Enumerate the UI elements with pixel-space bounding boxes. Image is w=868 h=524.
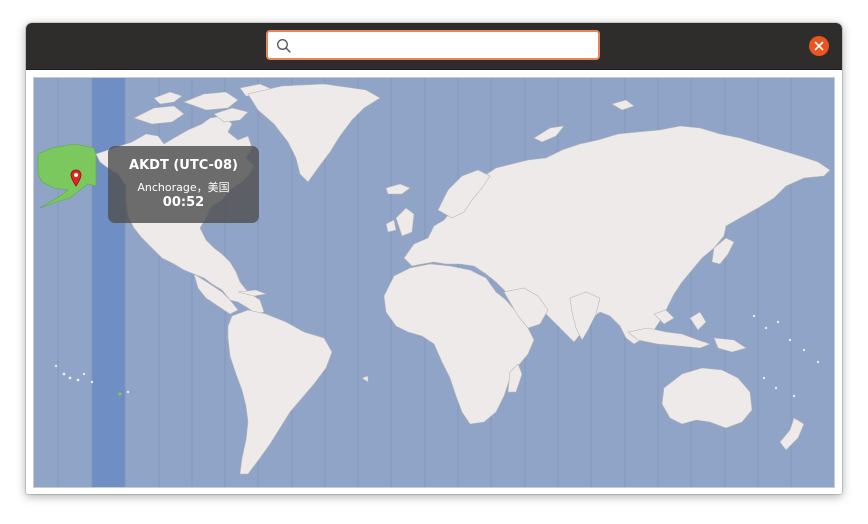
indonesia <box>627 327 711 349</box>
local-time-label: 00:52 <box>162 195 205 210</box>
greenland <box>247 83 381 183</box>
header-bar <box>26 23 842 70</box>
timezone-map[interactable]: AKDT (UTC-08) Anchorage，美国 00:52 <box>33 77 835 488</box>
selected-timezone-band <box>92 78 125 487</box>
close-button[interactable] <box>809 36 829 56</box>
timezone-tooltip: AKDT (UTC-08) Anchorage，美国 00:52 <box>108 146 259 223</box>
alaska-region <box>37 143 97 209</box>
arctic-islands <box>133 105 185 125</box>
new-zealand <box>779 417 805 451</box>
south-america <box>227 309 333 475</box>
location-pin-icon[interactable] <box>70 169 82 191</box>
search-icon <box>277 39 291 53</box>
british-isles <box>395 207 415 237</box>
timezone-dialog: AKDT (UTC-08) Anchorage，美国 00:52 <box>26 23 842 494</box>
world-map[interactable] <box>34 78 834 487</box>
landmasses <box>37 83 831 475</box>
iceland <box>385 183 411 195</box>
australia <box>661 367 753 429</box>
city-label: Anchorage，美国 <box>137 181 230 194</box>
timezone-label: AKDT (UTC-08) <box>129 158 238 173</box>
search-field[interactable] <box>266 30 600 60</box>
search-input[interactable] <box>298 34 592 58</box>
close-icon <box>814 41 824 51</box>
